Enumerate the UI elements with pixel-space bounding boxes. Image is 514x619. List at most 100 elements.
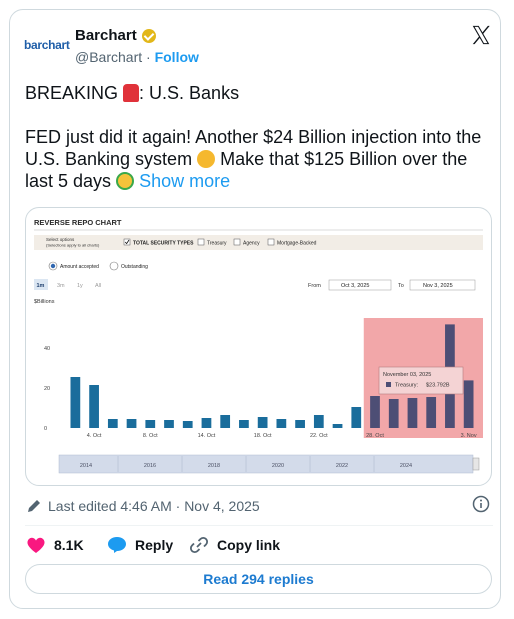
checkbox-label: Mortgage-Backed xyxy=(277,241,317,247)
tooltip-value: $23.792B xyxy=(426,383,450,389)
select-options-sub: (Selections apply to all charts) xyxy=(46,243,100,248)
x-tick-label: 4. Oct xyxy=(87,433,102,439)
y-tick-label: 40 xyxy=(44,346,50,352)
from-date-value: Oct 3, 2025 xyxy=(341,283,369,289)
bar xyxy=(332,424,343,428)
navigator-year-label: 2018 xyxy=(208,463,220,469)
x-tick-label: 3. Nov xyxy=(461,433,477,439)
to-date-value: Nov 3, 2025 xyxy=(423,283,453,289)
bar xyxy=(126,419,137,428)
radio-dot xyxy=(50,263,56,269)
select-options-label: Select options xyxy=(46,237,75,242)
y-tick-label: 20 xyxy=(44,386,50,392)
pencil-icon xyxy=(28,500,40,512)
x-tick-label: 28. Oct xyxy=(366,433,384,439)
copy-link-action[interactable]: Copy link xyxy=(189,536,280,554)
radio-outstanding[interactable]: Outstanding xyxy=(109,261,148,271)
bar xyxy=(257,417,268,428)
checkbox-total-security-types[interactable]: TOTAL SECURITY TYPES xyxy=(123,238,194,247)
author-handle[interactable]: @Barchart xyxy=(75,49,142,65)
radio-amount-accepted[interactable]: Amount accepted xyxy=(48,261,99,271)
reply-action[interactable]: Reply xyxy=(107,536,173,554)
navigator-year-label: 2024 xyxy=(400,463,412,469)
range-button-1y[interactable]: 1y xyxy=(77,283,83,289)
like-count: 8.1K xyxy=(54,537,84,553)
bar xyxy=(220,415,231,428)
author-name-row: Barchart xyxy=(75,27,156,44)
checkbox-box[interactable] xyxy=(233,238,241,246)
chart-panel-title: REVERSE REPO CHART xyxy=(34,218,122,227)
like-action[interactable]: 8.1K xyxy=(26,536,84,554)
bar xyxy=(463,380,474,428)
copy-link-label: Copy link xyxy=(217,537,281,553)
post-line1-suffix: : U.S. Banks xyxy=(139,83,240,103)
checkbox-box[interactable] xyxy=(123,238,131,246)
verified-badge-icon xyxy=(141,28,156,43)
checkbox-label: TOTAL SECURITY TYPES xyxy=(133,241,194,247)
info-icon[interactable] xyxy=(472,495,490,513)
bar xyxy=(370,396,380,428)
bar xyxy=(164,420,174,428)
range-buttons: 1m 3m 1y All xyxy=(34,279,101,290)
x-tick-label: 8. Oct xyxy=(143,433,158,439)
exploding-head-emoji-icon xyxy=(197,150,216,168)
x-logo-icon[interactable] xyxy=(470,24,492,46)
bar xyxy=(145,420,156,428)
tooltip: November 03, 2025 Treasury: $23.792B xyxy=(378,366,464,395)
reverse-repo-chart: REVERSE REPO CHART Select options (Selec… xyxy=(34,218,483,474)
x-tick-label: 18. Oct xyxy=(254,433,272,439)
bar xyxy=(89,385,99,428)
checkbox-label: Agency xyxy=(243,241,260,247)
barchart-logo[interactable]: barchart xyxy=(24,38,70,52)
unit-label: $Billions xyxy=(34,299,55,305)
range-button-3m[interactable]: 3m xyxy=(57,283,65,289)
follow-button[interactable]: Follow xyxy=(155,49,199,65)
bar xyxy=(276,419,287,428)
post-media-image[interactable]: REVERSE REPO CHART Select options (Selec… xyxy=(25,207,492,486)
tooltip-swatch xyxy=(386,382,391,387)
navigator-handle[interactable] xyxy=(472,457,480,471)
author-name[interactable]: Barchart xyxy=(75,27,137,44)
post-text: BREAKING : U.S. Banks FED just did it ag… xyxy=(25,82,495,192)
bar xyxy=(407,398,418,428)
checkbox-box[interactable] xyxy=(197,238,205,246)
edited-timestamp[interactable]: Last edited 4:46 AM · Nov 4, 2025 xyxy=(48,498,260,514)
actions-divider xyxy=(25,525,493,526)
from-label: From xyxy=(308,283,321,289)
bar xyxy=(351,407,362,428)
author-handle-row: @Barchart · Follow xyxy=(75,49,199,65)
post-line1-prefix: BREAKING xyxy=(25,83,124,103)
bar xyxy=(295,420,305,428)
reply-bubble-icon[interactable] xyxy=(107,536,127,554)
x-tick-label: 14. Oct xyxy=(198,433,216,439)
checkbox-box[interactable] xyxy=(267,238,275,246)
x-tick-label: 22. Oct xyxy=(310,433,328,439)
bar xyxy=(107,419,118,428)
bar xyxy=(70,377,81,428)
bar xyxy=(182,421,193,428)
show-more-link[interactable]: Show more xyxy=(139,171,230,191)
link-icon[interactable] xyxy=(189,536,209,554)
navigator-year-label: 2014 xyxy=(80,463,92,469)
navigator-year-label: 2022 xyxy=(336,463,348,469)
radio-outer[interactable] xyxy=(109,261,119,271)
to-label: To xyxy=(398,283,404,289)
bar xyxy=(388,399,399,428)
checkbox-label: Treasury xyxy=(207,241,227,247)
siren-emoji-icon xyxy=(123,84,140,102)
separator-dot: · xyxy=(146,49,151,65)
radio-label: Outstanding xyxy=(121,264,148,270)
radio-label: Amount accepted xyxy=(60,264,99,270)
y-axis: 0 20 40 xyxy=(44,346,50,432)
tooltip-series: Treasury: xyxy=(395,383,418,389)
navigator-year-label: 2016 xyxy=(144,463,156,469)
range-button-all[interactable]: All xyxy=(95,283,101,289)
range-button-1m[interactable]: 1m xyxy=(37,283,45,289)
money-mouth-emoji-icon xyxy=(116,172,135,190)
heart-icon[interactable] xyxy=(26,536,46,554)
navigator-year-label: 2020 xyxy=(272,463,284,469)
post-meta: Last edited 4:46 AM · Nov 4, 2025 xyxy=(26,498,260,514)
bar xyxy=(426,397,437,428)
bar xyxy=(313,415,324,428)
read-replies-button[interactable]: Read 294 replies xyxy=(25,564,492,594)
